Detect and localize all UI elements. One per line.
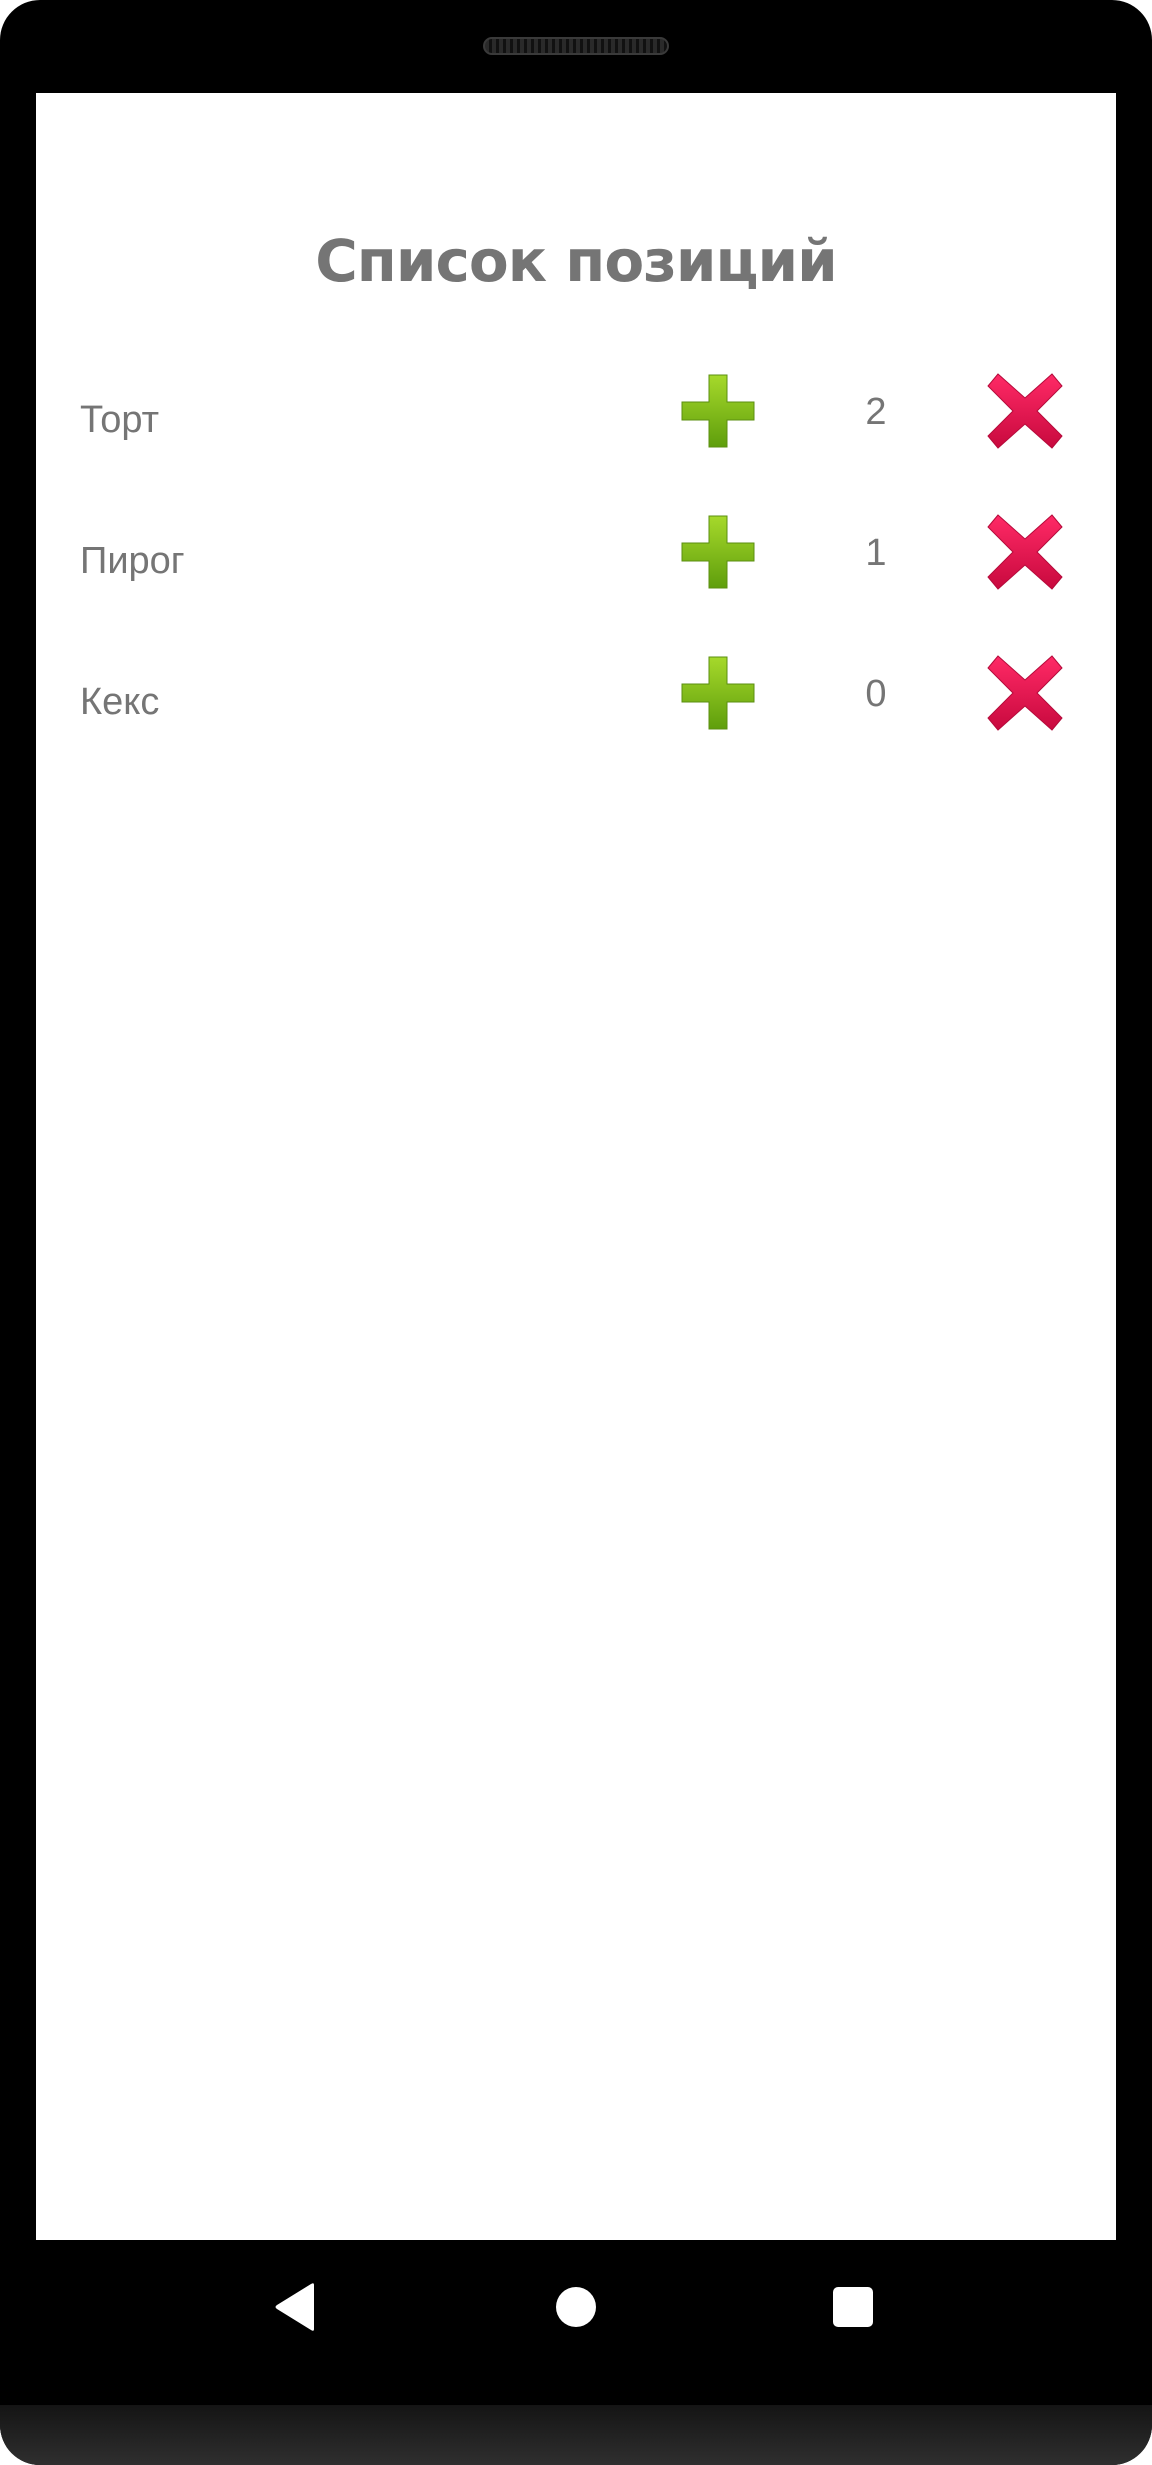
item-name: Пирог — [80, 540, 185, 582]
item-count: 0 — [865, 673, 887, 715]
item-count: 1 — [865, 532, 887, 574]
back-icon — [275, 2283, 314, 2331]
add-button[interactable] — [680, 655, 756, 731]
list-item: Пирог 1 — [36, 500, 1116, 641]
plus-icon — [681, 374, 755, 448]
back-button[interactable] — [274, 2282, 316, 2332]
delete-button[interactable] — [984, 370, 1066, 452]
close-icon — [987, 373, 1063, 449]
speaker-grille — [483, 37, 669, 55]
app-screen: Список позиций Торт 2 Пирог 1 Кекс 0 — [36, 93, 1116, 2240]
item-name: Торт — [80, 399, 160, 441]
close-icon — [987, 514, 1063, 590]
plus-icon — [681, 656, 755, 730]
close-icon — [987, 655, 1063, 731]
item-count: 2 — [865, 391, 887, 433]
delete-button[interactable] — [984, 511, 1066, 593]
page-title: Список позиций — [315, 227, 838, 295]
add-button[interactable] — [680, 514, 756, 590]
device-bottom-bezel — [0, 2405, 1152, 2465]
item-list: Торт 2 Пирог 1 Кекс 0 — [36, 359, 1116, 782]
system-nav-bar — [0, 2240, 1152, 2405]
delete-button[interactable] — [984, 652, 1066, 734]
item-name: Кекс — [80, 681, 160, 723]
device-frame: Список позиций Торт 2 Пирог 1 Кекс 0 — [0, 0, 1152, 2465]
list-item: Торт 2 — [36, 359, 1116, 500]
recents-button[interactable] — [833, 2287, 873, 2327]
plus-icon — [681, 515, 755, 589]
list-item: Кекс 0 — [36, 641, 1116, 782]
add-button[interactable] — [680, 373, 756, 449]
home-button[interactable] — [556, 2287, 596, 2327]
